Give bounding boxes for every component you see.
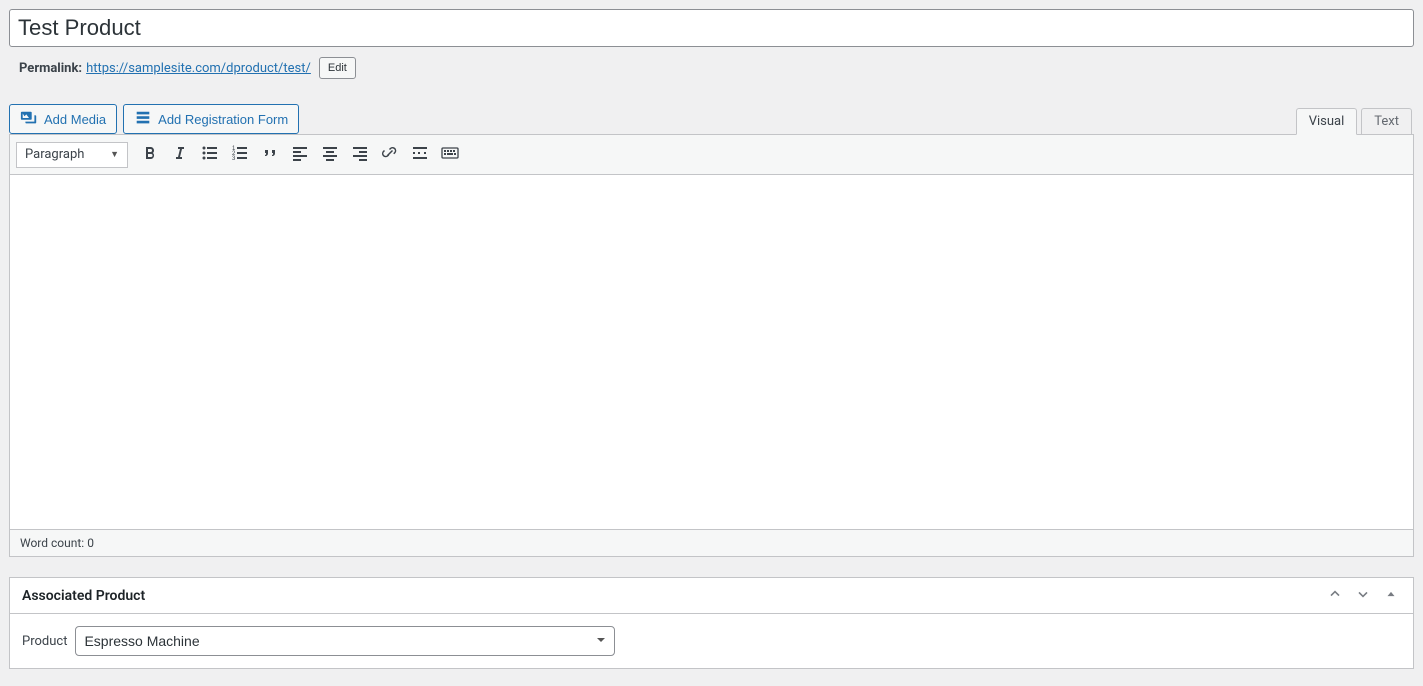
align-right-icon bbox=[350, 143, 370, 166]
editor-toolbar: Paragraph ▼ 123 bbox=[9, 134, 1414, 174]
svg-text:3: 3 bbox=[232, 156, 236, 162]
bullet-list-icon bbox=[200, 143, 220, 166]
form-icon bbox=[134, 109, 152, 130]
content-editor[interactable] bbox=[9, 174, 1414, 530]
format-select[interactable]: Paragraph ▼ bbox=[16, 142, 128, 168]
italic-icon bbox=[170, 143, 190, 166]
post-title-input[interactable] bbox=[9, 9, 1414, 47]
chevron-up-icon bbox=[1327, 586, 1343, 606]
align-right-button[interactable] bbox=[346, 141, 374, 169]
product-field-label: Product bbox=[22, 634, 67, 649]
permalink-row: Permalink: https://samplesite.com/dprodu… bbox=[9, 52, 1414, 84]
editor-status-bar: Word count: 0 bbox=[9, 530, 1414, 557]
italic-button[interactable] bbox=[166, 141, 194, 169]
associated-product-box: Associated Product Product Espresso Mach… bbox=[9, 577, 1414, 669]
permalink-label: Permalink: bbox=[19, 61, 82, 76]
add-registration-form-button[interactable]: Add Registration Form bbox=[123, 104, 299, 134]
permalink-edit-button[interactable]: Edit bbox=[319, 57, 356, 79]
align-center-icon bbox=[320, 143, 340, 166]
align-center-button[interactable] bbox=[316, 141, 344, 169]
bold-button[interactable] bbox=[136, 141, 164, 169]
triangle-up-icon bbox=[1384, 587, 1398, 605]
add-media-label: Add Media bbox=[44, 112, 106, 127]
toolbar-toggle-button[interactable] bbox=[436, 141, 464, 169]
link-icon bbox=[380, 143, 400, 166]
move-down-button[interactable] bbox=[1353, 586, 1373, 606]
chevron-down-icon bbox=[1355, 586, 1371, 606]
quote-icon bbox=[260, 143, 280, 166]
product-select[interactable]: Espresso Machine bbox=[75, 626, 615, 656]
word-count-label: Word count: bbox=[20, 536, 84, 550]
blockquote-button[interactable] bbox=[256, 141, 284, 169]
media-icon bbox=[20, 109, 38, 130]
format-select-label: Paragraph bbox=[25, 147, 84, 162]
tab-text[interactable]: Text bbox=[1361, 108, 1412, 135]
read-more-icon bbox=[410, 143, 430, 166]
toggle-panel-button[interactable] bbox=[1381, 586, 1401, 606]
permalink-url[interactable]: https://samplesite.com/dproduct/test/ bbox=[86, 61, 311, 76]
associated-product-title: Associated Product bbox=[22, 588, 145, 604]
tab-visual[interactable]: Visual bbox=[1296, 108, 1358, 135]
bold-icon bbox=[140, 143, 160, 166]
numbered-list-icon: 123 bbox=[230, 143, 250, 166]
align-left-icon bbox=[290, 143, 310, 166]
word-count-value: 0 bbox=[87, 536, 94, 550]
read-more-button[interactable] bbox=[406, 141, 434, 169]
chevron-down-icon: ▼ bbox=[110, 149, 119, 160]
move-up-button[interactable] bbox=[1325, 586, 1345, 606]
numbered-list-button[interactable]: 123 bbox=[226, 141, 254, 169]
align-left-button[interactable] bbox=[286, 141, 314, 169]
add-registration-form-label: Add Registration Form bbox=[158, 112, 288, 127]
add-media-button[interactable]: Add Media bbox=[9, 104, 117, 134]
keyboard-icon bbox=[440, 143, 460, 166]
bullet-list-button[interactable] bbox=[196, 141, 224, 169]
link-button[interactable] bbox=[376, 141, 404, 169]
